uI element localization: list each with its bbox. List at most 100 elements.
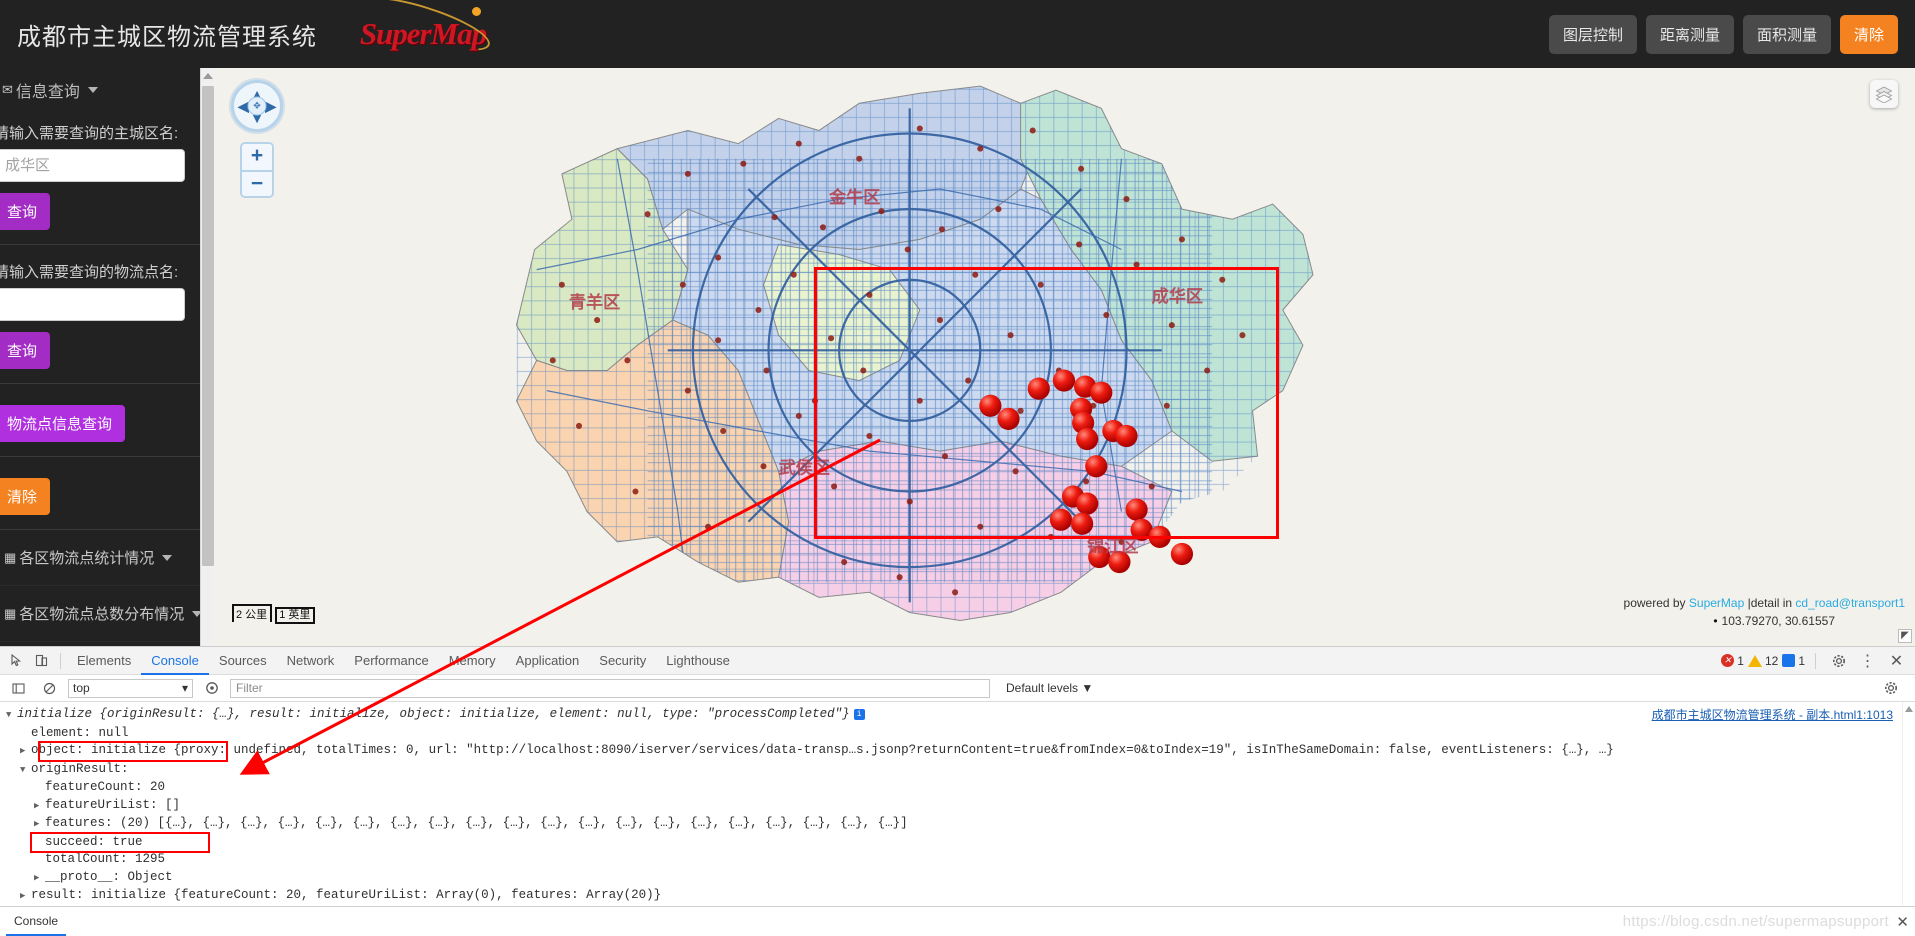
tab-security[interactable]: Security (589, 647, 656, 675)
zoom-in-button[interactable]: + (242, 144, 272, 170)
menu-item-district-total-distribution[interactable]: ▦ 各区物流点总数分布情况 (0, 586, 214, 642)
console-scrollbar[interactable] (1902, 702, 1915, 905)
attribution-prefix: powered by (1623, 596, 1689, 610)
layers-toggle-button[interactable] (1870, 80, 1898, 108)
console-log-list: ▼ initialize {originResult: {…}, result: … (0, 706, 1915, 905)
devtools-status-area: ✕ 1 12 1 ⋮ ✕ (1721, 649, 1915, 673)
disclosure-triangle-icon[interactable]: ▶ (34, 870, 45, 888)
inspect-element-icon[interactable] (4, 649, 29, 673)
pan-center-icon[interactable]: ✥ (247, 96, 267, 116)
district-label-chenghua: 成华区 (1152, 286, 1203, 306)
chevron-down-icon (87, 87, 98, 93)
info-badge[interactable]: 1 (1782, 654, 1805, 668)
info-query-section: 物流点信息查询 (0, 384, 214, 457)
disclosure-triangle-icon[interactable]: ▶ (34, 798, 45, 816)
zoom-out-button[interactable]: − (242, 170, 272, 196)
execution-context-value: top (73, 681, 90, 695)
tab-lighthouse[interactable]: Lighthouse (656, 647, 740, 675)
warning-badge[interactable]: 12 (1747, 653, 1779, 668)
warning-count: 12 (1764, 653, 1779, 668)
sidebar-clear-button[interactable]: 清除 (0, 478, 51, 515)
tab-console[interactable]: Console (141, 647, 209, 675)
logistics-info-query-button[interactable]: 物流点信息查询 (0, 405, 126, 442)
tab-performance[interactable]: Performance (344, 647, 438, 675)
layer-detail-link[interactable]: cd_road@transport1 (1795, 596, 1905, 610)
device-toolbar-icon[interactable] (29, 649, 54, 673)
settings-gear-icon[interactable] (1826, 649, 1851, 673)
district-search-input[interactable] (0, 149, 185, 182)
header-actions: 图层控制 距离测量 面积测量 清除 (1548, 14, 1898, 54)
sidebar-scrollbar-thumb[interactable] (202, 86, 214, 566)
console-settings-area (1878, 676, 1909, 700)
area-measure-button[interactable]: 面积测量 (1742, 14, 1831, 54)
console-line-text: object: initialize {proxy: undefined, to… (31, 743, 1614, 757)
execution-context-select[interactable]: top ▾ (68, 678, 193, 698)
disclosure-triangle-icon[interactable]: ▶ (20, 888, 31, 905)
point-query-button[interactable]: 查询 (0, 332, 51, 369)
pan-right-icon[interactable]: ▶ (265, 99, 276, 113)
map-scale-bar: 2 公里 1 英里 (232, 604, 316, 624)
district-query-section: 请输入需要查询的主城区名: 查询 (0, 106, 214, 245)
menu-item-district-stats[interactable]: ▦ 各区物流点统计情况 (0, 530, 214, 586)
disclosure-triangle-icon[interactable]: ▼ (20, 762, 31, 780)
console-info-icon: i (853, 709, 865, 720)
console-line-text: result: initialize {featureCount: 20, fe… (31, 888, 662, 902)
envelope-icon: ✉ (2, 82, 13, 97)
tab-network[interactable]: Network (277, 647, 345, 675)
live-expression-icon[interactable] (199, 676, 224, 700)
clear-console-icon[interactable] (37, 676, 62, 700)
clear-button[interactable]: 清除 (1839, 14, 1898, 54)
point-search-input[interactable] (0, 288, 185, 321)
console-line-text: succeed: true (45, 834, 143, 849)
info-count: 1 (1798, 653, 1805, 668)
console-line-text: features: (20) [{…}, {…}, {…}, {…}, {…},… (45, 816, 908, 830)
supermap-link[interactable]: SuperMap (1689, 596, 1744, 610)
console-source-link[interactable]: 成都市主城区物流管理系统 - 副本.html1:1013 (1652, 706, 1893, 723)
map-canvas[interactable]: 青羊区 金牛区 成华区 武侯区 锦江区 ▲ ▼ ◀ ▶ ✥ + − 2 公里 1… (214, 68, 1915, 646)
disclosure-triangle-icon[interactable]: ▼ (6, 707, 17, 725)
info-query-panel-header[interactable]: ✉ 信息查询 (0, 68, 214, 106)
toolbar-divider (60, 652, 61, 669)
map-attribution: powered by SuperMap |detail in cd_road@t… (1624, 596, 1905, 610)
console-output[interactable]: ▼ initialize {originResult: {…}, result: … (0, 702, 1915, 905)
tab-elements[interactable]: Elements (67, 647, 141, 675)
zoom-controls: + − (240, 142, 274, 198)
devtools-panel: Elements Console Sources Network Perform… (0, 646, 1915, 936)
tab-memory[interactable]: Memory (439, 647, 506, 675)
map-coordinates: • 103.79270, 30.61557 (1713, 614, 1835, 628)
sidebar-scroll-content: ✉ 信息查询 请输入需要查询的主城区名: 查询 请输入需要查询的物流点名: 查询… (0, 68, 214, 646)
console-settings-gear-icon[interactable] (1878, 676, 1903, 700)
error-badge[interactable]: ✕ 1 (1721, 654, 1744, 668)
tab-application[interactable]: Application (506, 647, 590, 675)
layers-icon (1875, 86, 1893, 103)
watermark-close-icon[interactable]: ✕ (1896, 913, 1909, 931)
sidebar-scrollbar[interactable] (200, 68, 214, 646)
pan-control[interactable]: ▲ ▼ ◀ ▶ ✥ (231, 80, 283, 132)
watermark-text: https://blog.csdn.net/supermapsupport (1622, 913, 1889, 930)
error-icon: ✕ (1721, 654, 1735, 667)
disclosure-triangle-icon[interactable]: ▶ (20, 743, 31, 761)
layer-control-button[interactable]: 图层控制 (1548, 14, 1637, 54)
drawer-tab-console[interactable]: Console (6, 907, 66, 936)
console-scroll-up-icon[interactable] (1905, 706, 1913, 712)
console-sidebar-toggle-icon[interactable] (6, 676, 31, 700)
district-label-jinjiang: 锦江区 (1087, 536, 1138, 556)
console-line: ▶ result: initialize {featureCount: 20, f… (0, 887, 1915, 905)
info-query-panel-title: 信息查询 (15, 84, 80, 101)
disclosure-triangle-icon[interactable]: ▶ (34, 816, 45, 834)
console-line-text: initialize {originResult: {…}, result: i… (17, 707, 850, 721)
chevron-down-icon (162, 554, 173, 561)
map-resize-handle[interactable]: ◤ (1898, 629, 1912, 643)
more-options-icon[interactable]: ⋮ (1855, 649, 1880, 673)
tab-sources[interactable]: Sources (209, 647, 277, 675)
distance-measure-button[interactable]: 距离测量 (1645, 14, 1734, 54)
close-devtools-icon[interactable]: ✕ (1884, 649, 1909, 673)
logo-dot-icon (472, 7, 481, 16)
district-query-button[interactable]: 查询 (0, 193, 51, 230)
map-navigation-controls: ▲ ▼ ◀ ▶ ✥ + − (231, 80, 287, 198)
scroll-up-arrow-icon[interactable] (202, 73, 213, 79)
console-line: succeed: true (0, 834, 1915, 852)
attribution-mid: |detail in (1744, 596, 1796, 610)
console-filter-input[interactable] (230, 678, 990, 698)
log-levels-select[interactable]: Default levels ▼ (1006, 681, 1093, 695)
